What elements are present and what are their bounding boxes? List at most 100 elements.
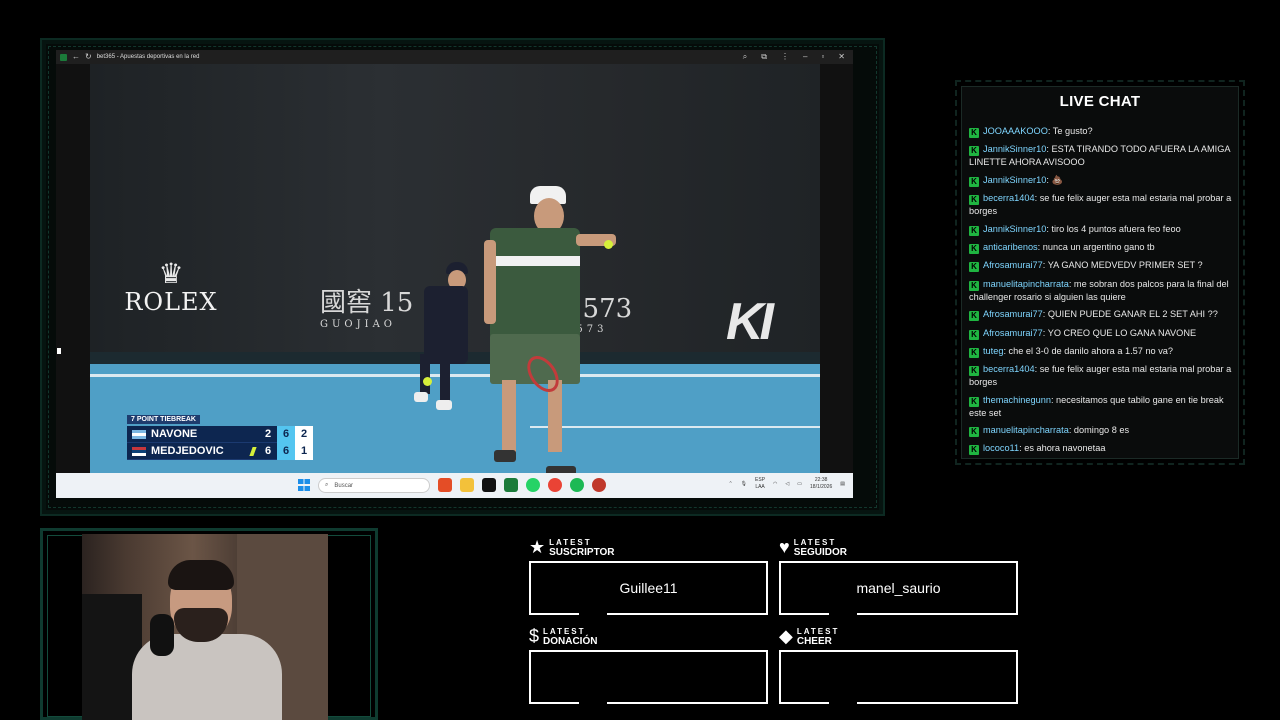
- restore-icon[interactable]: ▫: [821, 52, 824, 62]
- crown-icon: ♛: [158, 258, 184, 289]
- chat-username[interactable]: becerra1404: [983, 193, 1035, 203]
- chat-username[interactable]: becerra1404: [983, 364, 1035, 374]
- chat-message: Kmanuelitapincharrata: me sobran dos pal…: [969, 278, 1229, 302]
- latest-seguidor-value: manel_saurio: [856, 580, 941, 596]
- chat-username[interactable]: JOOAAAKOOO: [983, 126, 1048, 136]
- kick-badge-icon: K: [969, 176, 979, 187]
- score-row-player1: NAVONE 2 6 2: [127, 425, 313, 443]
- notifications-icon[interactable]: ▤: [840, 481, 845, 487]
- wifi-icon[interactable]: ◠: [773, 481, 777, 487]
- reload-icon[interactable]: ↻: [85, 53, 92, 61]
- chat-username[interactable]: JannikSinner10: [983, 175, 1046, 185]
- kick-badge-icon: K: [969, 445, 979, 456]
- tiktok-icon[interactable]: [482, 478, 496, 492]
- battery-icon[interactable]: ▭: [797, 481, 802, 487]
- chevron-up-icon[interactable]: ⌃: [728, 481, 732, 487]
- kick-badge-icon: K: [969, 396, 979, 407]
- diamond-icon: ◆: [779, 626, 793, 646]
- chat-username[interactable]: JannikSinner10: [983, 224, 1046, 234]
- rolex-logo: ♛ ROLEX: [116, 258, 226, 317]
- chat-username[interactable]: manuelitapincharrata: [983, 425, 1069, 435]
- whatsapp-icon[interactable]: [526, 478, 540, 492]
- kick-badge-icon: K: [969, 243, 979, 254]
- kia-logo: KI: [726, 293, 774, 351]
- kick-badge-icon: K: [969, 311, 979, 322]
- chat-username[interactable]: lococo11: [983, 443, 1019, 453]
- tennis-ball: [423, 377, 432, 386]
- chat-username[interactable]: Afrosamurai77: [983, 328, 1043, 338]
- chat-message: K JOOAAAKOOO: Te gusto?: [969, 125, 1235, 138]
- chat-username[interactable]: JannikSinner10: [983, 144, 1046, 154]
- chat-message: K JannikSinner10: ESTA TIRANDO TODO AFUER…: [969, 144, 1230, 168]
- taskbar-search-input[interactable]: ⌕ Buscar: [318, 478, 430, 493]
- close-icon[interactable]: ✕: [838, 52, 845, 62]
- chat-username[interactable]: Afrosamurai77: [983, 309, 1043, 319]
- tennis-video-stream[interactable]: ♛ ROLEX 國窖 15 GUOJIAO 1573 1573 KI 7 POI…: [90, 64, 820, 473]
- zoom-icon[interactable]: ⌕: [743, 52, 747, 62]
- chat-text: tiro los 4 puntos afuera feo feoo: [1051, 223, 1181, 234]
- taskbar-apps: [438, 478, 606, 492]
- clock[interactable]: 22:38 18/1/2026: [810, 477, 832, 491]
- donacion-box: [529, 650, 768, 704]
- chat-username[interactable]: tuteg: [983, 346, 1003, 356]
- chat-message: K Afrosamurai77: YO CREO QUE LO GANA NAVO…: [969, 327, 1235, 340]
- chat-text: YO CREO QUE LO GANA NAVONE: [1047, 327, 1197, 338]
- cheer-box: [779, 650, 1018, 704]
- kick-badge-icon: K: [969, 280, 979, 291]
- minimize-icon[interactable]: –: [803, 52, 807, 62]
- chat-username[interactable]: Afrosamurai77: [983, 260, 1043, 270]
- chat-username[interactable]: themachinegunn: [983, 395, 1051, 405]
- sponsor-guojiao: 國窖 15 GUOJIAO: [320, 288, 414, 330]
- chat-message: K Afrosamurai77: QUIEN PUEDE GANAR EL 2 S…: [969, 308, 1235, 322]
- browser-window: ← ↻ bet365 - Apuestas deportivas en la r…: [56, 50, 853, 498]
- suscriptor-box: Guillee11: [529, 561, 768, 615]
- menu-icon[interactable]: ⋮: [781, 52, 789, 62]
- kick-badge-icon: K: [969, 262, 979, 273]
- volume-icon[interactable]: ◁: [785, 481, 789, 487]
- windows-start-icon[interactable]: [298, 479, 310, 491]
- chat-message: Kmanuelitapincharrata: domingo 8 es: [969, 424, 1235, 438]
- chat-text: YA GANO MEDVEDV PRIMER SET ?: [1047, 260, 1203, 271]
- chrome-icon[interactable]: [548, 478, 562, 492]
- chat-message: K Afrosamurai77: YA GANO MEDVEDV PRIMER S…: [969, 259, 1235, 273]
- dollar-icon: $: [529, 626, 540, 646]
- score-row-player2: MEDJEDOVIC 6 6 1: [127, 442, 313, 460]
- kick-badge-icon: K: [969, 329, 979, 340]
- windows-taskbar: ⌕ Buscar ⌃ 🎙 ESP LAA ◠ ◁ ▭ 22:38 18/1/2026: [56, 473, 853, 498]
- chat-message: Ktuteg: che el 3-0 de danilo ahora a 1.5…: [969, 345, 1235, 358]
- service-line: [530, 426, 820, 428]
- argentina-flag-icon: [132, 429, 146, 439]
- language-indicator[interactable]: ESP LAA: [755, 477, 765, 491]
- chat-text: QUIEN PUEDE GANAR EL 2 SET AHI ??: [1047, 309, 1218, 320]
- kick-badge-icon: K: [969, 146, 979, 157]
- seguidor-box: manel_saurio: [779, 561, 1018, 615]
- chat-username[interactable]: anticaribenos: [983, 242, 1038, 252]
- copilot-icon[interactable]: [438, 478, 452, 492]
- webcam-feed: [82, 534, 328, 720]
- kick-badge-icon: K: [969, 195, 979, 206]
- live-chat-panel: LIVE CHAT K JOOAAAKOOO: Te gusto? K JannikS…: [955, 80, 1245, 465]
- chat-text: Te gusto?: [1052, 126, 1093, 136]
- star-icon: ★: [529, 537, 546, 557]
- chat-message: Kanticaribenos: nunca un argentino gano …: [969, 241, 1235, 254]
- spotify-icon[interactable]: [570, 478, 584, 492]
- serbia-flag-icon: [132, 446, 146, 456]
- system-tray: ⌃ 🎙 ESP LAA ◠ ◁ ▭ 22:38 18/1/2026 ▤: [728, 477, 845, 491]
- bet365-favicon-icon: [60, 53, 67, 61]
- chat-messages: K JOOAAAKOOO: Te gusto? K JannikSinner10: E…: [969, 125, 1235, 461]
- chat-text: es ahora navonetaa: [1024, 443, 1106, 454]
- kick-badge-icon: K: [969, 128, 979, 138]
- file-explorer-icon[interactable]: [460, 478, 474, 492]
- latest-donacion-value: [531, 652, 766, 702]
- microphone-icon[interactable]: 🎙: [741, 481, 747, 487]
- bet365-app-icon[interactable]: [504, 478, 518, 492]
- obs-icon[interactable]: [592, 478, 606, 492]
- chat-message: Kthemachinegunn: necesitamos que tabilo …: [969, 394, 1224, 418]
- chat-message: Kbecerra1404: se fue felix auger esta ma…: [969, 364, 1232, 388]
- tab-title: bet365 - Apuestas deportivas en la red: [96, 54, 200, 60]
- chat-username[interactable]: manuelitapincharrata: [983, 279, 1069, 289]
- extensions-icon[interactable]: ⧉: [761, 52, 767, 62]
- kick-badge-icon: K: [969, 347, 979, 358]
- chat-title: LIVE CHAT: [1059, 93, 1141, 110]
- back-arrow-icon[interactable]: ←: [72, 53, 80, 61]
